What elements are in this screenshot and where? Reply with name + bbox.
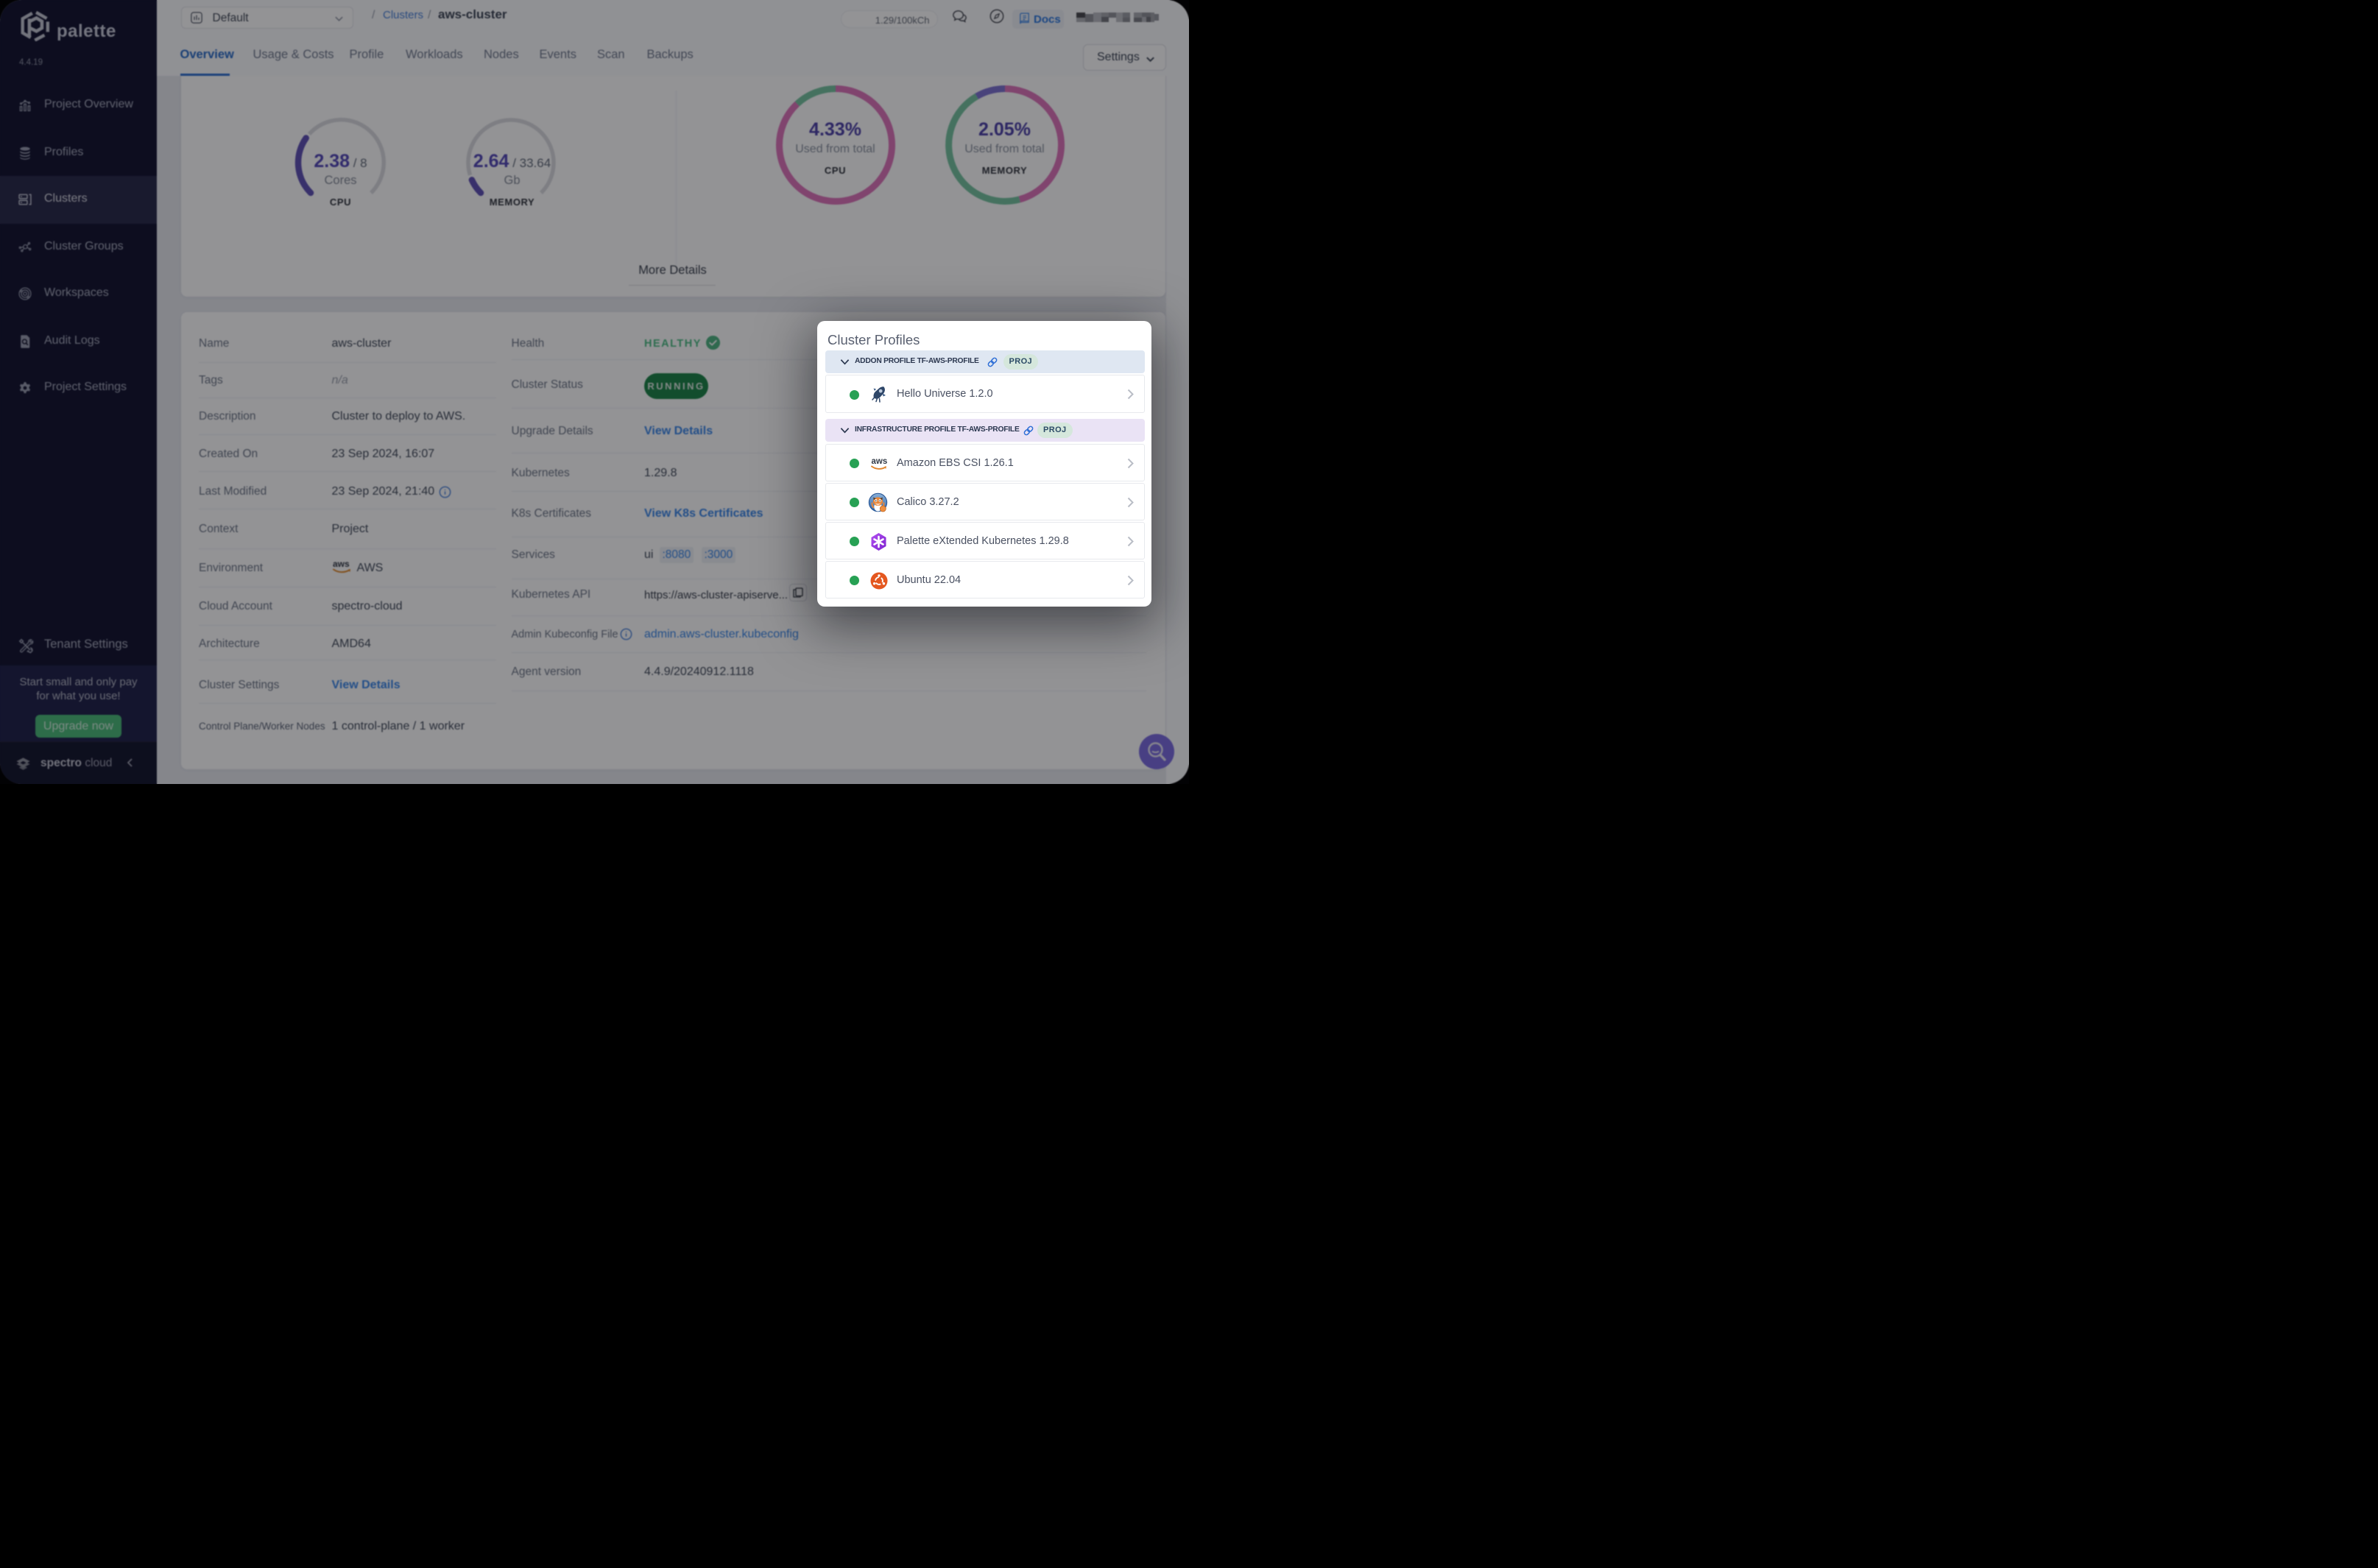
svg-text:aws: aws [871,457,887,466]
